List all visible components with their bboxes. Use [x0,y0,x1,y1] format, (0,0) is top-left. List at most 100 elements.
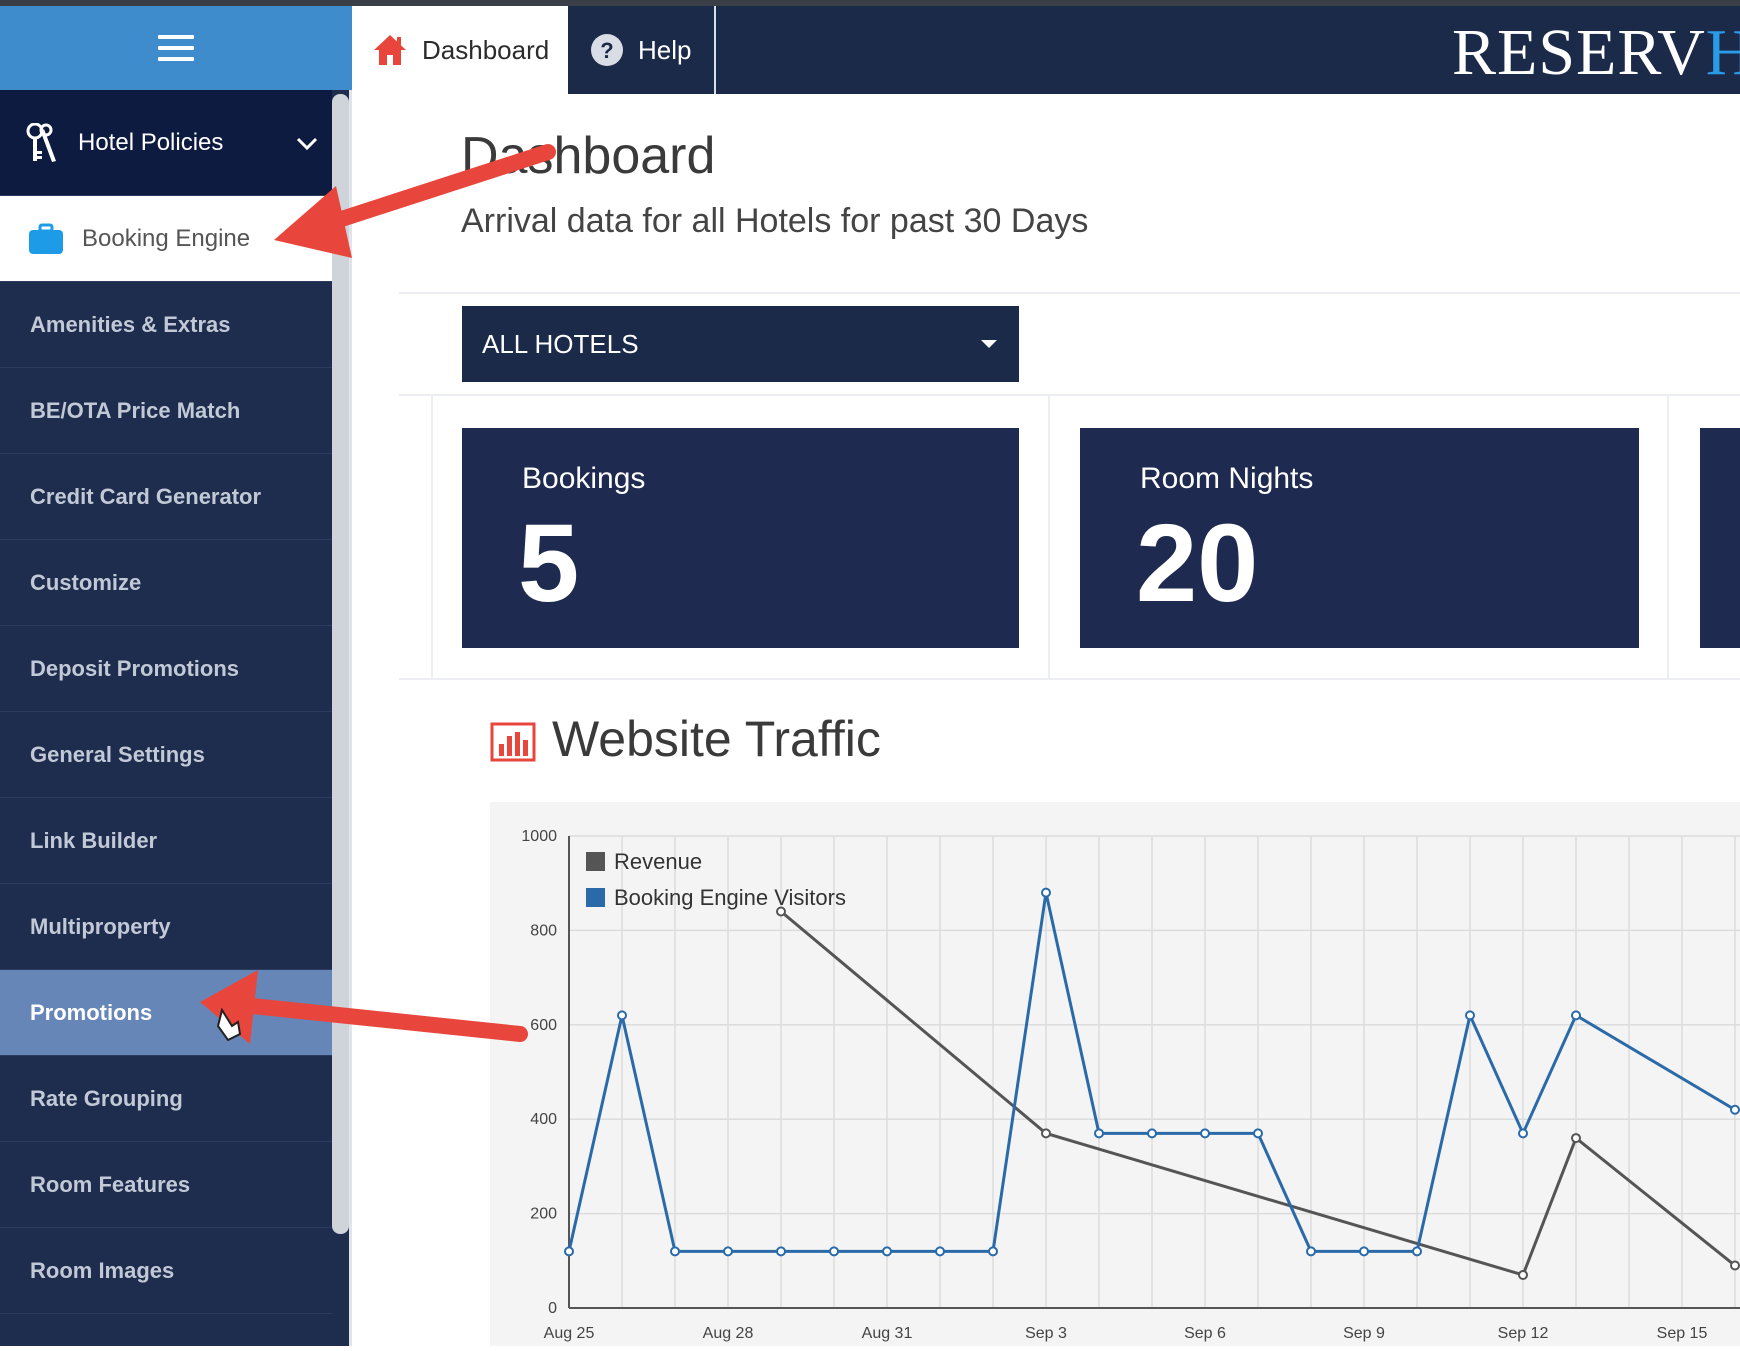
x-tick-label: Sep 3 [1025,1325,1067,1342]
data-point [1730,1104,1740,1115]
home-icon [372,33,408,67]
sidebar-item-label: Multiproperty [30,913,171,939]
sidebar-item-label: Customize [30,569,142,595]
x-tick-label: Aug 31 [862,1325,913,1342]
chevron-down-icon[interactable] [296,130,318,158]
x-tick-label: Sep 12 [1498,1325,1549,1342]
data-point [1518,1128,1528,1139]
traffic-chart-svg: 0 200 400 600 800 1000 Aug 25 Aug 28 Aug 31 Sep 3… [521,828,1740,1342]
sidebar-item-deposit-promotions[interactable]: Deposit Promotions [0,626,332,712]
stat-label: Bookings [522,462,646,495]
data-point [564,1246,574,1257]
sidebar-item-be-ota-price-match[interactable]: BE/OTA Price Match [0,368,332,454]
legend-swatch [586,888,605,907]
sidebar-item-promotions[interactable]: Promotions [0,970,332,1056]
help-icon: ? [590,33,624,67]
legend-swatch [586,852,605,871]
sidebar-item-label: BE/OTA Price Match [30,397,241,423]
y-tick-label: 400 [530,1111,557,1128]
divider [1048,396,1050,680]
sidebar-item-label: Hotel Policies [78,128,224,156]
data-point [617,1010,627,1021]
briefcase-icon [28,223,64,255]
data-point [1041,1128,1051,1139]
sidebar-item-label: Booking Engine [82,224,251,252]
sidebar-item-rate-grouping[interactable]: Rate Grouping [0,1056,332,1142]
sidebar-item-room-images[interactable]: Room Images [0,1228,332,1314]
caret-down-icon [981,340,997,348]
hotel-select[interactable]: ALL HOTELS [462,306,1019,382]
stat-card-room-nights: Room Nights 20 [1080,428,1639,648]
x-tick-label: Sep 6 [1184,1325,1226,1342]
tab-help-label: Help [638,34,692,65]
data-point [882,1246,892,1257]
data-point [776,1246,786,1257]
sidebar-item-general-settings[interactable]: General Settings [0,712,332,798]
data-point [988,1246,998,1257]
sidebar-header [0,6,352,90]
stat-value: 5 [518,502,580,625]
hamburger-menu-icon[interactable] [158,35,194,61]
sidebar-item-room-features[interactable]: Room Features [0,1142,332,1228]
x-tick-label: Sep 15 [1657,1325,1708,1342]
sidebar-item-label: Credit Card Generator [30,483,262,509]
sidebar-item-label: Amenities & Extras [30,311,231,337]
sidebar-item-customize[interactable]: Customize [0,540,332,626]
stat-label: Room Nights [1140,462,1314,495]
sidebar-item-amenities-extras[interactable]: Amenities & Extras [0,282,332,368]
page-title: Dashboard [461,127,716,185]
legend-label: Booking Engine Visitors [614,885,846,910]
hotel-select-value: ALL HOTELS [482,328,639,359]
data-point [1571,1133,1581,1144]
data-point [723,1246,733,1257]
x-tick-label: Aug 25 [544,1325,595,1342]
stat-card-bookings: Bookings 5 [462,428,1019,648]
section-title: Website Traffic [552,711,881,767]
tab-dashboard-label: Dashboard [422,34,550,65]
data-point [1730,1260,1740,1271]
data-point [1412,1246,1422,1257]
sidebar-item-label: Deposit Promotions [30,655,240,681]
data-point [1094,1128,1104,1139]
sidebar-item-label: Room Images [30,1257,175,1283]
main-content: Dashboard Arrival data for all Hotels fo… [355,94,1740,1346]
tab-help[interactable]: ? Help [568,6,716,94]
y-tick-label: 800 [530,922,557,939]
y-tick-label: 1000 [521,828,557,845]
brand-logo: RESERVH [1452,18,1740,88]
legend-label: Revenue [614,849,702,874]
page-subtitle: Arrival data for all Hotels for past 30 … [461,202,1089,240]
stat-value: 20 [1136,502,1259,625]
data-point [1041,887,1051,898]
bar-chart-icon [490,722,536,767]
sidebar-item-multiproperty[interactable]: Multiproperty [0,884,332,970]
tab-dashboard[interactable]: Dashboard [352,6,568,94]
sidebar-item-label: Rate Grouping [30,1085,183,1111]
y-tick-label: 600 [530,1017,557,1034]
y-tick-label: 200 [530,1206,557,1223]
x-tick-label: Sep 9 [1343,1325,1385,1342]
data-point [670,1246,680,1257]
sidebar-item-hotel-policies[interactable]: Hotel Policies [0,90,332,196]
top-navigation: Dashboard ? Help RESERVH [352,6,1740,94]
data-point [829,1246,839,1257]
data-point [1306,1246,1316,1257]
sidebar-item-credit-card-generator[interactable]: Credit Card Generator [0,454,332,540]
data-point [1253,1128,1263,1139]
data-point [1359,1246,1369,1257]
divider [399,292,1740,294]
stat-card-partial [1700,428,1740,648]
sidebar-item-label: General Settings [30,741,205,767]
x-tick-label: Aug 28 [703,1325,754,1342]
sidebar-item-link-builder[interactable]: Link Builder [0,798,332,884]
sidebar-item-label: Room Features [30,1171,191,1197]
data-point [1200,1128,1210,1139]
logo-accent: H [1705,18,1740,88]
data-point [935,1246,945,1257]
sidebar-item-booking-engine[interactable]: Booking Engine [0,196,332,282]
sidebar-item-label: Promotions [30,999,153,1025]
y-tick-label: 0 [548,1300,557,1317]
sidebar-scrollbar[interactable] [332,94,349,1234]
logo-text: RESERV [1452,18,1706,88]
divider [431,396,433,680]
